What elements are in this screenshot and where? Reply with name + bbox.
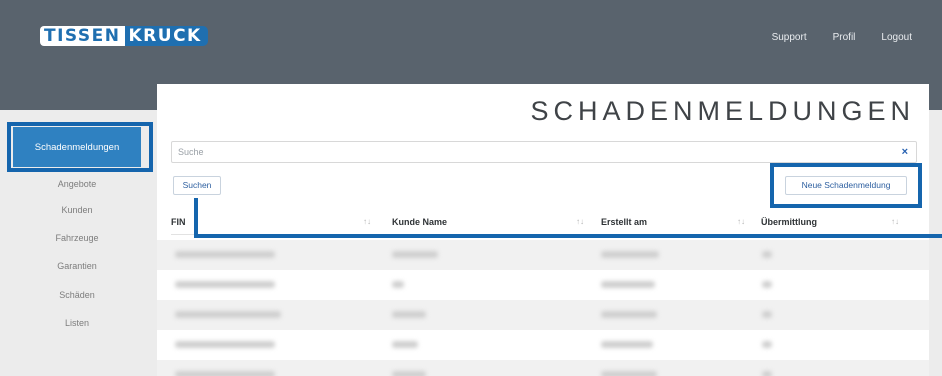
nav-logout-link[interactable]: Logout — [881, 32, 912, 43]
search-button[interactable]: Suchen — [173, 176, 221, 195]
sidebar-item-kunden[interactable]: Kunden — [13, 205, 141, 215]
table-row[interactable] — [157, 360, 929, 376]
sidebar-item-listen[interactable]: Listen — [13, 318, 141, 328]
sidebar-active-highlight-box — [7, 122, 153, 172]
blurred-cell — [392, 341, 418, 348]
blurred-cell — [601, 281, 655, 288]
column-header-uebermittlung[interactable]: Übermittlung — [761, 217, 817, 227]
blurred-cell — [175, 371, 275, 376]
sort-erstellt-icon[interactable]: ↑↓ — [737, 217, 745, 226]
blurred-cell — [762, 341, 772, 348]
blurred-cell — [762, 371, 772, 376]
blurred-cell — [175, 311, 281, 318]
top-nav: Support Profil Logout — [772, 32, 912, 43]
table-row[interactable] — [157, 300, 929, 330]
search-pointer-line-horizontal — [194, 234, 942, 238]
sort-kunde-icon[interactable]: ↑↓ — [576, 217, 584, 226]
column-header-erstellt-am[interactable]: Erstellt am — [601, 217, 647, 227]
table-row[interactable] — [157, 330, 929, 360]
clear-search-icon[interactable]: × — [902, 142, 908, 162]
column-header-fin[interactable]: FIN — [171, 217, 186, 227]
sidebar-item-angebote[interactable]: Angebote — [13, 179, 141, 189]
blurred-cell — [601, 341, 653, 348]
logo-part-2: KRUCK — [124, 26, 208, 46]
blurred-cell — [175, 251, 275, 258]
search-input[interactable]: Suche × — [171, 141, 917, 163]
search-placeholder: Suche — [178, 147, 204, 157]
blurred-cell — [601, 251, 659, 258]
search-pointer-line-vertical — [194, 198, 198, 238]
sort-fin-icon[interactable]: ↑↓ — [363, 217, 371, 226]
blurred-cell — [601, 311, 657, 318]
logo-part-1: TISSEN — [40, 26, 125, 46]
blurred-cell — [601, 371, 657, 376]
table-row[interactable] — [157, 240, 929, 270]
sidebar-item-garantien[interactable]: Garantien — [13, 261, 141, 271]
brand-logo[interactable]: TISSEN KRUCK — [40, 26, 208, 46]
blurred-cell — [762, 251, 772, 258]
page-title: SCHADENMELDUNGEN — [530, 96, 915, 126]
blurred-cell — [175, 341, 275, 348]
blurred-cell — [392, 371, 426, 376]
blurred-cell — [392, 251, 438, 258]
nav-profil-link[interactable]: Profil — [833, 32, 856, 43]
sidebar-item-schaeden[interactable]: Schäden — [13, 290, 141, 300]
table-row[interactable] — [157, 270, 929, 300]
blurred-cell — [392, 311, 426, 318]
nav-support-link[interactable]: Support — [772, 32, 807, 43]
blurred-cell — [175, 281, 275, 288]
blurred-cell — [762, 311, 772, 318]
blurred-cell — [392, 281, 404, 288]
column-header-kunde-name[interactable]: Kunde Name — [392, 217, 447, 227]
sort-uebermittlung-icon[interactable]: ↑↓ — [891, 217, 899, 226]
sidebar-item-fahrzeuge[interactable]: Fahrzeuge — [13, 233, 141, 243]
new-claim-highlight-box — [770, 163, 922, 208]
main-panel: SCHADENMELDUNGEN Suche × Suchen Neue Sch… — [157, 84, 929, 376]
blurred-cell — [762, 281, 772, 288]
